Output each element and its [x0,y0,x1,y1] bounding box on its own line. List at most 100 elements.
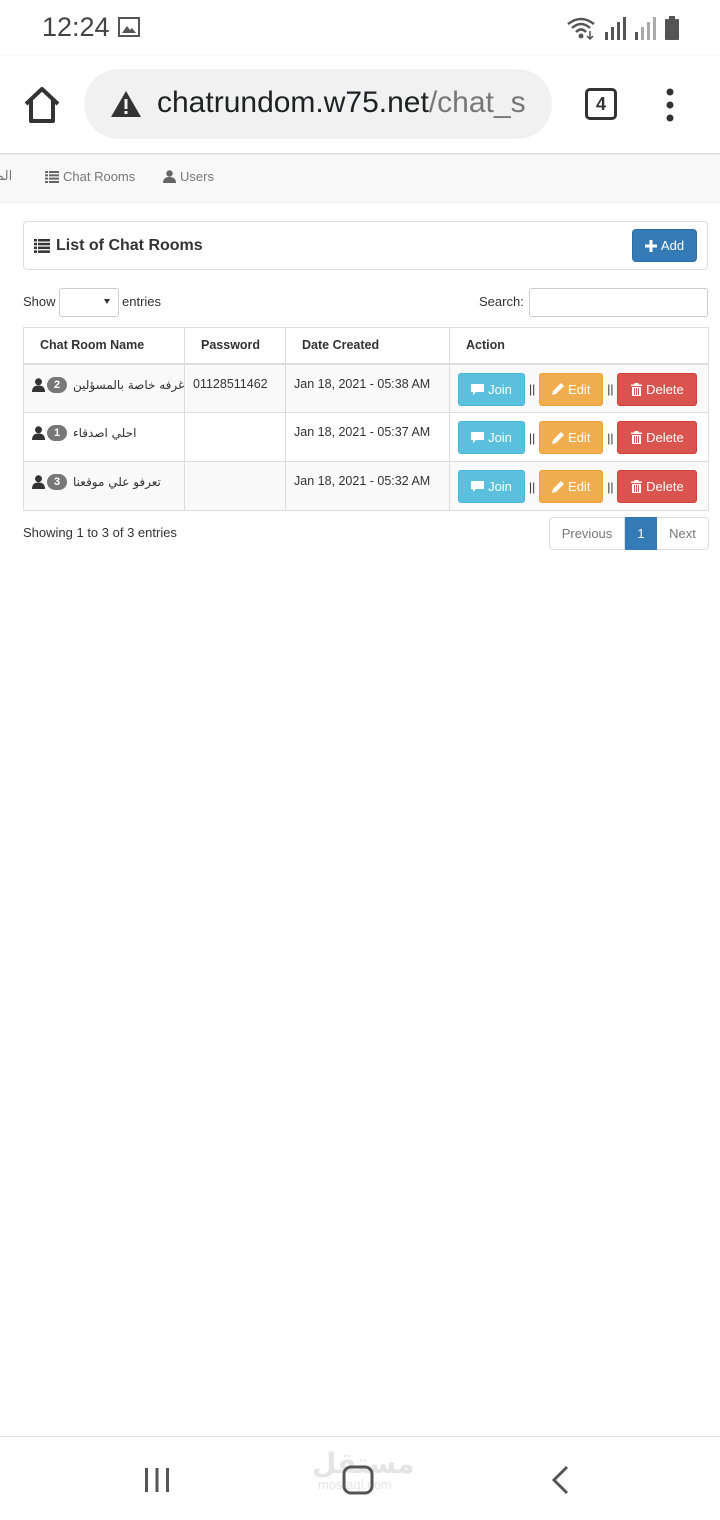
image-notification-icon [118,17,140,37]
table-row: 1 احلي اصدقاء Jan 18, 2021 - 05:37 AM Jo… [23,412,709,462]
nav-item-users[interactable]: Users [163,169,214,184]
pencil-icon [552,480,565,493]
date-cell: Jan 18, 2021 - 05:37 AM [285,412,450,462]
chevron-down-icon [104,299,110,304]
table-row: 3 تعرفو علي موقعنا Jan 18, 2021 - 05:32 … [23,461,709,511]
nav-item-chat-rooms[interactable]: Chat Rooms [45,169,135,184]
next-page-button[interactable]: Next [657,517,709,550]
join-label: Join [488,381,512,397]
password-cell [184,461,286,511]
pagination: Previous 1 Next [549,517,709,550]
join-button[interactable]: Join [458,421,525,454]
table-row: 2 غرفه خاصة بالمسؤلين 01128511462 Jan 18… [23,363,709,413]
signal-2-icon [635,17,656,40]
table-info: Showing 1 to 3 of 3 entries [23,525,177,540]
url-path: /chat_s [428,86,526,119]
delete-button[interactable]: Delete [617,421,698,454]
tab-switcher-button[interactable]: 4 [585,88,617,120]
list-icon [34,239,50,253]
back-icon[interactable] [549,1465,571,1495]
list-icon [45,170,59,183]
password-cell: 01128511462 [184,363,286,413]
user-count-badge: 3 [47,474,67,490]
action-cell: Join || Edit || Delete [449,363,709,413]
edit-label: Edit [568,479,591,494]
room-name-cell: 1 احلي اصدقاء [23,412,185,462]
status-icons [566,14,680,40]
comment-icon [471,481,485,492]
add-room-button[interactable]: Add [632,229,697,262]
action-separator: || [607,479,614,494]
action-separator: || [529,382,536,396]
android-status-bar: 12:24 [0,0,720,56]
site-navbar: الم Chat Rooms Users [0,155,720,203]
pencil-icon [552,431,565,444]
user-icon [163,170,176,183]
trash-icon [631,431,643,444]
join-button[interactable]: Join [458,470,525,503]
browser-toolbar: chatrundom.w75.net/chat_s 4 [0,56,720,154]
column-header-date-created[interactable]: Date Created [285,327,450,365]
panel-title-text: List of Chat Rooms [56,237,203,254]
nav-item-cut[interactable]: الم [0,169,12,184]
room-name: احلي اصدقاء [73,426,137,440]
column-header-room-name[interactable]: Chat Room Name [23,327,185,365]
comment-icon [471,383,485,395]
user-count-badge: 2 [47,376,67,393]
signal-icon [605,17,626,40]
trash-icon [631,382,643,396]
search-input[interactable] [529,288,708,317]
delete-button[interactable]: Delete [617,470,698,503]
edit-button[interactable]: Edit [539,421,604,454]
action-separator: || [607,382,614,396]
wifi-icon [567,17,595,40]
url-text[interactable]: chatrundom.w75.net/chat_s [157,86,537,120]
room-name-cell: 2 غرفه خاصة بالمسؤلين [23,363,185,413]
edit-button[interactable]: Edit [539,470,604,503]
edit-label: Edit [568,381,591,397]
join-label: Join [488,430,512,445]
plus-icon [644,239,657,252]
date-cell: Jan 18, 2021 - 05:38 AM [285,363,450,413]
delete-label: Delete [646,381,684,397]
password-cell [184,412,286,462]
android-nav-bar: مستقل mostaql.com [0,1436,720,1520]
date-cell: Jan 18, 2021 - 05:32 AM [285,461,450,511]
edit-label: Edit [568,430,591,445]
comment-icon [471,432,485,443]
edit-button[interactable]: Edit [539,372,604,406]
nav-item-cut-label: الم [0,169,13,184]
home-icon[interactable] [22,86,62,124]
delete-button[interactable]: Delete [617,372,698,406]
table-header-row: Chat Room Name Password Date Created Act… [23,327,709,365]
not-secure-warning-icon[interactable] [110,89,142,119]
join-button[interactable]: Join [458,372,525,406]
room-name-cell: 3 تعرفو علي موقعنا [23,461,185,511]
add-button-label: Add [660,238,685,253]
previous-page-button[interactable]: Previous [549,517,625,550]
entries-label: entries [122,294,162,309]
url-domain: chatrundom.w75.net [157,86,429,119]
nav-users-label: Users [180,169,214,184]
address-bar[interactable]: chatrundom.w75.net/chat_s [84,69,552,139]
trash-icon [631,480,643,493]
room-name: تعرفو علي موقعنا [73,475,161,489]
action-separator: || [529,479,536,494]
more-options-icon[interactable] [662,87,678,123]
column-header-password[interactable]: Password [184,327,286,365]
status-time: 12:24 [42,12,110,42]
column-header-action[interactable]: Action [449,327,709,365]
battery-icon [665,16,679,40]
room-name: غرفه خاصة بالمسؤلين [73,377,185,392]
pencil-icon [552,383,565,395]
page-1-button[interactable]: 1 [625,517,657,550]
action-cell: Join || Edit || Delete [449,412,709,462]
entries-per-page-select[interactable] [59,288,119,317]
action-separator: || [529,430,536,445]
recent-apps-icon[interactable] [143,1467,171,1493]
delete-label: Delete [646,479,684,494]
home-nav-icon[interactable] [342,1465,374,1495]
join-label: Join [488,479,512,494]
user-icon [32,475,45,489]
nav-chat-rooms-label: Chat Rooms [63,169,136,184]
